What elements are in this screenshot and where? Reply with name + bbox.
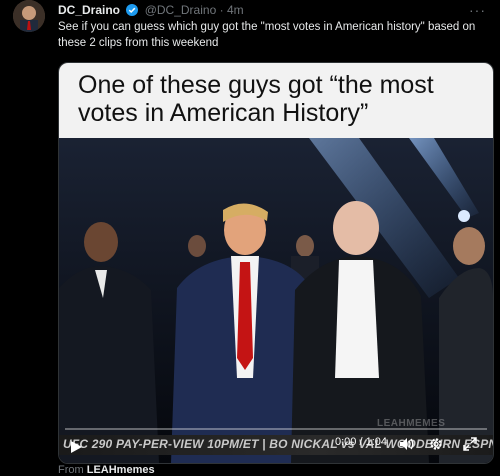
separator-dot: · <box>219 3 224 17</box>
video-frame[interactable]: LEAHMEMES UFC 290 PAY-PER-VIEW 10PM/ET |… <box>59 138 493 463</box>
media-source: From LEAHmemes <box>58 464 155 476</box>
video-card[interactable]: One of these guys got “the most votes in… <box>58 62 494 464</box>
more-icon[interactable]: ··· <box>469 2 486 18</box>
tweet[interactable]: DC_Draino @DC_Draino · 4m ··· See if you… <box>0 0 500 476</box>
timestamp[interactable]: 4m <box>227 3 244 17</box>
from-label: From <box>58 464 84 476</box>
video-scene <box>59 138 493 463</box>
time-display: 0:00 / 1:04 <box>335 436 387 448</box>
avatar[interactable] <box>13 0 45 32</box>
verified-badge-icon <box>126 4 139 16</box>
source-link[interactable]: LEAHmemes <box>87 464 155 476</box>
display-name[interactable]: DC_Draino <box>58 3 120 17</box>
caption-box: One of these guys got “the most votes in… <box>59 63 493 138</box>
tweet-header: DC_Draino @DC_Draino · 4m <box>58 2 244 18</box>
broadcast-banner: UFC 290 PAY-PER-VIEW 10PM/ET | BO NICKAL… <box>59 435 493 455</box>
tweet-text: See if you can guess which guy got the "… <box>58 21 476 49</box>
handle[interactable]: @DC_Draino <box>145 3 217 17</box>
video-caption: One of these guys got “the most votes in… <box>78 71 434 127</box>
progress-bar[interactable] <box>65 428 487 430</box>
